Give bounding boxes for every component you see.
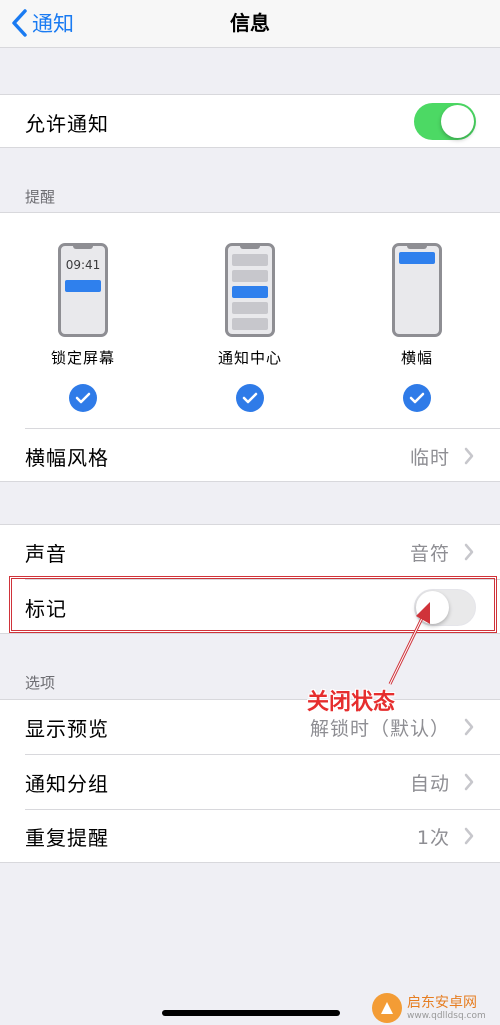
checkmark-icon [236, 384, 264, 412]
notification-grouping-value: 自动 [409, 772, 450, 795]
chevron-right-icon [464, 773, 474, 791]
checkmark-icon [403, 384, 431, 412]
watermark-url: www.qdlldsq.com [407, 1010, 486, 1021]
lock-screen-phone-icon: 09:41 [58, 243, 108, 337]
alerts-section-header: 提醒 [25, 188, 56, 206]
watermark-logo-icon [372, 992, 402, 1023]
sound-row[interactable]: 声音 音符 [0, 525, 500, 579]
repeat-alerts-value: 1次 [416, 826, 450, 849]
page-title: 信息 [230, 11, 270, 35]
badges-label: 标记 [25, 596, 67, 621]
options-group: 显示预览 解锁时（默认） 通知分组 自动 重复提醒 1次 [0, 699, 500, 863]
watermark: 启东安卓网 www.qdlldsq.com [372, 990, 500, 1025]
banner-style-label: 横幅风格 [25, 445, 109, 470]
options-section-header: 选项 [25, 674, 56, 692]
show-previews-label: 显示预览 [25, 716, 109, 741]
navigation-bar: 通知 信息 [0, 0, 500, 48]
home-indicator [162, 1010, 340, 1016]
allow-notifications-row: 允许通知 [0, 95, 500, 149]
annotation-arrow-icon [388, 602, 430, 685]
lock-screen-time: 09:41 [65, 258, 101, 272]
show-previews-row[interactable]: 显示预览 解锁时（默认） [0, 700, 500, 754]
allow-notifications-toggle[interactable] [414, 103, 476, 140]
alert-option-notification-center[interactable]: 通知中心 [190, 243, 310, 412]
notification-grouping-row[interactable]: 通知分组 自动 [0, 755, 500, 809]
allow-notifications-group: 允许通知 [0, 94, 500, 148]
sound-value: 音符 [409, 542, 450, 565]
chevron-right-icon [464, 827, 474, 845]
chevron-right-icon [464, 718, 474, 736]
alert-option-banners[interactable]: 横幅 [357, 243, 477, 412]
chevron-right-icon [464, 543, 474, 561]
repeat-alerts-label: 重复提醒 [25, 825, 109, 850]
annotation-label: 关闭状态 [307, 690, 396, 715]
alert-option-label: 锁定屏幕 [50, 349, 115, 367]
watermark-name: 启东安卓网 [407, 994, 477, 1011]
show-previews-value: 解锁时（默认） [309, 717, 450, 740]
checkmark-icon [69, 384, 97, 412]
toggle-knob [441, 105, 474, 138]
notification-grouping-label: 通知分组 [25, 771, 109, 796]
banner-style-row[interactable]: 横幅风格 临时 [0, 429, 500, 483]
alert-option-lock-screen[interactable]: 09:41 锁定屏幕 [23, 243, 143, 412]
alert-option-label: 横幅 [400, 349, 433, 367]
chevron-right-icon [464, 447, 474, 465]
notification-center-phone-icon [225, 243, 275, 337]
allow-notifications-label: 允许通知 [25, 111, 109, 136]
repeat-alerts-row[interactable]: 重复提醒 1次 [0, 809, 500, 863]
alert-option-label: 通知中心 [217, 349, 282, 367]
banners-phone-icon [392, 243, 442, 337]
banner-style-value: 临时 [409, 446, 450, 469]
sound-label: 声音 [25, 541, 67, 566]
alerts-group: 09:41 锁定屏幕 通知中心 横幅 横幅风格 临时 [0, 212, 500, 482]
